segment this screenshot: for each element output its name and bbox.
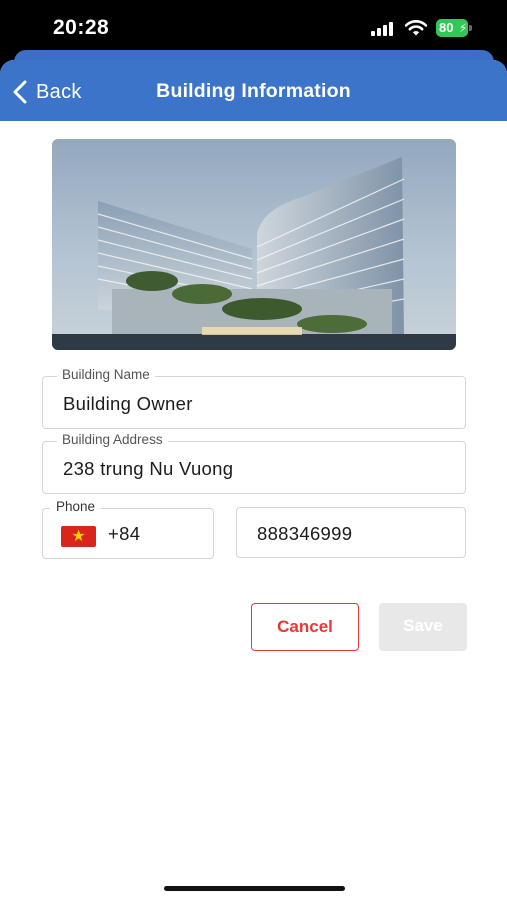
status-bar: 20:28 80 ⚡ (0, 0, 507, 54)
building-name-value: Building Owner (63, 393, 193, 414)
building-address-label: Building Address (57, 432, 168, 447)
building-address-value: 238 trung Nu Vuong (63, 458, 234, 479)
battery-icon: 80 ⚡ (436, 19, 472, 37)
battery-level: 80 (439, 20, 454, 35)
save-button[interactable]: Save (379, 603, 467, 651)
signal-icon (371, 22, 397, 36)
phone-number-value: 888346999 (257, 523, 353, 544)
phone-number-field[interactable]: 888346999 (236, 507, 466, 558)
country-code: +84 (108, 523, 141, 544)
back-button[interactable]: Back (12, 78, 82, 106)
building-photo (52, 139, 456, 350)
cancel-button[interactable]: Cancel (251, 603, 359, 651)
back-label: Back (36, 80, 82, 103)
home-indicator (164, 886, 345, 891)
nav-bar: Building Information Back (0, 60, 507, 121)
phone-label: Phone (50, 499, 102, 514)
building-address-field[interactable]: Building Address 238 trung Nu Vuong (42, 432, 466, 494)
status-time: 20:28 (53, 16, 110, 39)
wifi-icon (404, 19, 428, 37)
vietnam-flag-icon: ★ (61, 526, 96, 547)
country-code-selector[interactable]: ★ +84 (42, 508, 214, 559)
building-info-sheet: Building Information Back Building Name … (0, 60, 507, 900)
chevron-left-icon (13, 80, 27, 104)
building-name-label: Building Name (57, 367, 155, 382)
building-name-field[interactable]: Building Name Building Owner (42, 367, 466, 429)
